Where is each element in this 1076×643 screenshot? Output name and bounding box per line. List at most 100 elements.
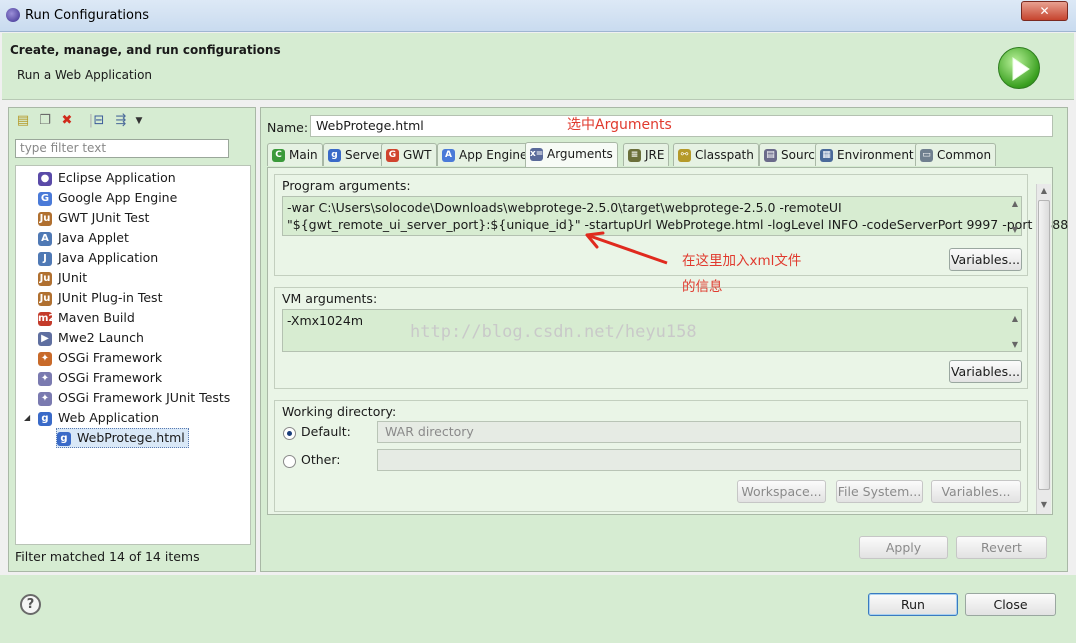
- tree-item[interactable]: J Java Application: [38, 248, 158, 268]
- annotation-arrow: [585, 231, 668, 265]
- help-icon[interactable]: ?: [20, 594, 41, 615]
- tree-item[interactable]: ● Eclipse Application: [38, 168, 176, 188]
- tab-label: GWT: [403, 148, 432, 162]
- junit-icon: Ju: [38, 271, 52, 286]
- tab-label: Server: [345, 148, 385, 162]
- jre-icon: ≡: [628, 149, 641, 162]
- scroll-down-icon[interactable]: ▼: [1009, 225, 1021, 235]
- java-applet-icon: A: [38, 231, 52, 246]
- scroll-up-icon[interactable]: ▲: [1009, 314, 1021, 324]
- run-icon: [998, 47, 1040, 89]
- tree-item[interactable]: ✦ OSGi Framework: [38, 348, 162, 368]
- scrollbar-thumb[interactable]: [1038, 200, 1050, 490]
- tab-jre[interactable]: ≡ JRE: [623, 143, 670, 166]
- tree-item[interactable]: ✦ OSGi Framework: [38, 368, 162, 388]
- filter-icon[interactable]: ⇶: [113, 113, 129, 129]
- tree-item[interactable]: G Google App Engine: [38, 188, 177, 208]
- tab-arguments[interactable]: x= Arguments: [525, 142, 618, 167]
- tree-item[interactable]: g WebProtege.html: [56, 428, 189, 448]
- annotation-add-xml-line-2: 的信息: [682, 279, 723, 295]
- gwt-icon: G: [386, 149, 399, 162]
- vertical-scrollbar[interactable]: ▲ ▼: [1036, 184, 1051, 514]
- tab-label: Common: [937, 148, 992, 162]
- tree-item-label: Mwe2 Launch: [58, 330, 144, 345]
- main-icon: C: [272, 149, 285, 162]
- title-bar: [0, 0, 1076, 32]
- tab-classpath[interactable]: ⚯ Classpath: [673, 143, 759, 166]
- header-subtitle: Run a Web Application: [17, 68, 153, 82]
- osgi-junit-icon: ✦: [38, 391, 52, 406]
- scroll-down-icon[interactable]: ▼: [1009, 340, 1021, 350]
- tab-main[interactable]: C Main: [267, 143, 323, 166]
- tab-gwt[interactable]: G GWT: [381, 143, 437, 166]
- default-label: Default:: [301, 424, 351, 439]
- tab-environment[interactable]: ▦ Environment: [815, 143, 919, 166]
- tree-item[interactable]: Ju JUnit: [38, 268, 87, 288]
- scroll-up-icon[interactable]: ▲: [1009, 199, 1021, 209]
- working-directory-group: Working directory: Default: WAR director…: [274, 400, 1028, 512]
- new-configuration-icon[interactable]: ▤: [15, 113, 31, 129]
- maven-icon: m2: [38, 311, 56, 326]
- expand-icon[interactable]: ◢: [24, 408, 30, 428]
- vm-arguments-label: VM arguments:: [282, 291, 378, 306]
- tree-item[interactable]: Ju GWT JUnit Test: [38, 208, 149, 228]
- tab-app-engine[interactable]: A App Engine: [437, 143, 533, 166]
- configuration-tree: ● Eclipse Application G Google App Engine Ju…: [15, 165, 251, 545]
- tree-item[interactable]: A Java Applet: [38, 228, 129, 248]
- tree-item-label: JUnit Plug-in Test: [58, 290, 163, 305]
- tree-item[interactable]: m2 Maven Build: [38, 308, 135, 328]
- configuration-list-panel: ▤ ❐ ✖ | ⊟ ⇶ ▼ type filter text ● Eclipse …: [8, 107, 256, 572]
- collapse-all-icon[interactable]: ⊟: [91, 113, 107, 129]
- vm-variables-button[interactable]: Variables...: [949, 360, 1022, 383]
- default-directory-field: WAR directory: [377, 421, 1021, 443]
- tree-item-label: Java Application: [58, 250, 159, 265]
- window-close-button[interactable]: ✕: [1021, 1, 1068, 21]
- scroll-up-icon[interactable]: ▲: [1038, 186, 1050, 196]
- tab-label: Arguments: [547, 147, 613, 161]
- name-field[interactable]: WebProtege.html: [310, 115, 1053, 137]
- program-arguments-line-1: -war C:\Users\solocode\Downloads\webprot…: [287, 200, 842, 215]
- working-variables-button[interactable]: Variables...: [931, 480, 1021, 503]
- osgi-icon: ✦: [38, 351, 52, 366]
- duplicate-icon[interactable]: ❐: [37, 113, 53, 129]
- junit-icon: Ju: [38, 211, 52, 226]
- osgi-icon: ✦: [38, 371, 52, 386]
- tree-item-label: OSGi Framework: [58, 350, 163, 365]
- scroll-down-icon[interactable]: ▼: [1038, 500, 1050, 510]
- tree-item-label: WebProtege.html: [77, 430, 185, 445]
- file-system-button[interactable]: File System...: [836, 480, 923, 503]
- tree-item[interactable]: ▶ Mwe2 Launch: [38, 328, 144, 348]
- workspace-button[interactable]: Workspace...: [737, 480, 826, 503]
- tree-item-label: OSGi Framework JUnit Tests: [58, 390, 231, 405]
- tree-item-label: JUnit: [58, 270, 88, 285]
- revert-button[interactable]: Revert: [956, 536, 1047, 559]
- run-button[interactable]: Run: [868, 593, 958, 616]
- annotation-select-arguments: 选中Arguments: [567, 117, 672, 133]
- classpath-icon: ⚯: [678, 149, 691, 162]
- tree-item[interactable]: Ju JUnit Plug-in Test: [38, 288, 162, 308]
- mwe2-icon: ▶: [38, 331, 52, 346]
- web-application-icon: g: [57, 431, 71, 446]
- working-directory-label: Working directory:: [282, 404, 397, 419]
- filter-input[interactable]: type filter text: [15, 139, 229, 158]
- tree-item-label: Google App Engine: [58, 190, 178, 205]
- google-app-engine-icon: G: [38, 191, 52, 206]
- tree-item[interactable]: ✦ OSGi Framework JUnit Tests: [38, 388, 230, 408]
- tab-label: App Engine: [459, 148, 528, 162]
- tab-bar: C Main g Server G GWT A App Engine x= Arguments ≡ J…: [267, 142, 1025, 167]
- program-variables-button[interactable]: Variables...: [949, 248, 1022, 271]
- other-directory-field[interactable]: [377, 449, 1021, 471]
- window-title: Run Configurations: [25, 8, 149, 23]
- close-button[interactable]: Close: [965, 593, 1056, 616]
- other-radio[interactable]: [283, 455, 296, 468]
- default-radio[interactable]: [283, 427, 296, 440]
- tab-server[interactable]: g Server: [323, 143, 390, 166]
- chevron-down-icon[interactable]: ▼: [131, 113, 147, 129]
- tree-item-label: Eclipse Application: [58, 170, 176, 185]
- source-icon: ▤: [764, 149, 777, 162]
- tab-common[interactable]: ▭ Common: [915, 143, 997, 166]
- apply-button[interactable]: Apply: [859, 536, 948, 559]
- tab-label: Environment: [837, 148, 914, 162]
- delete-icon[interactable]: ✖: [59, 113, 75, 129]
- tree-item[interactable]: ◢ g Web Application: [24, 408, 159, 428]
